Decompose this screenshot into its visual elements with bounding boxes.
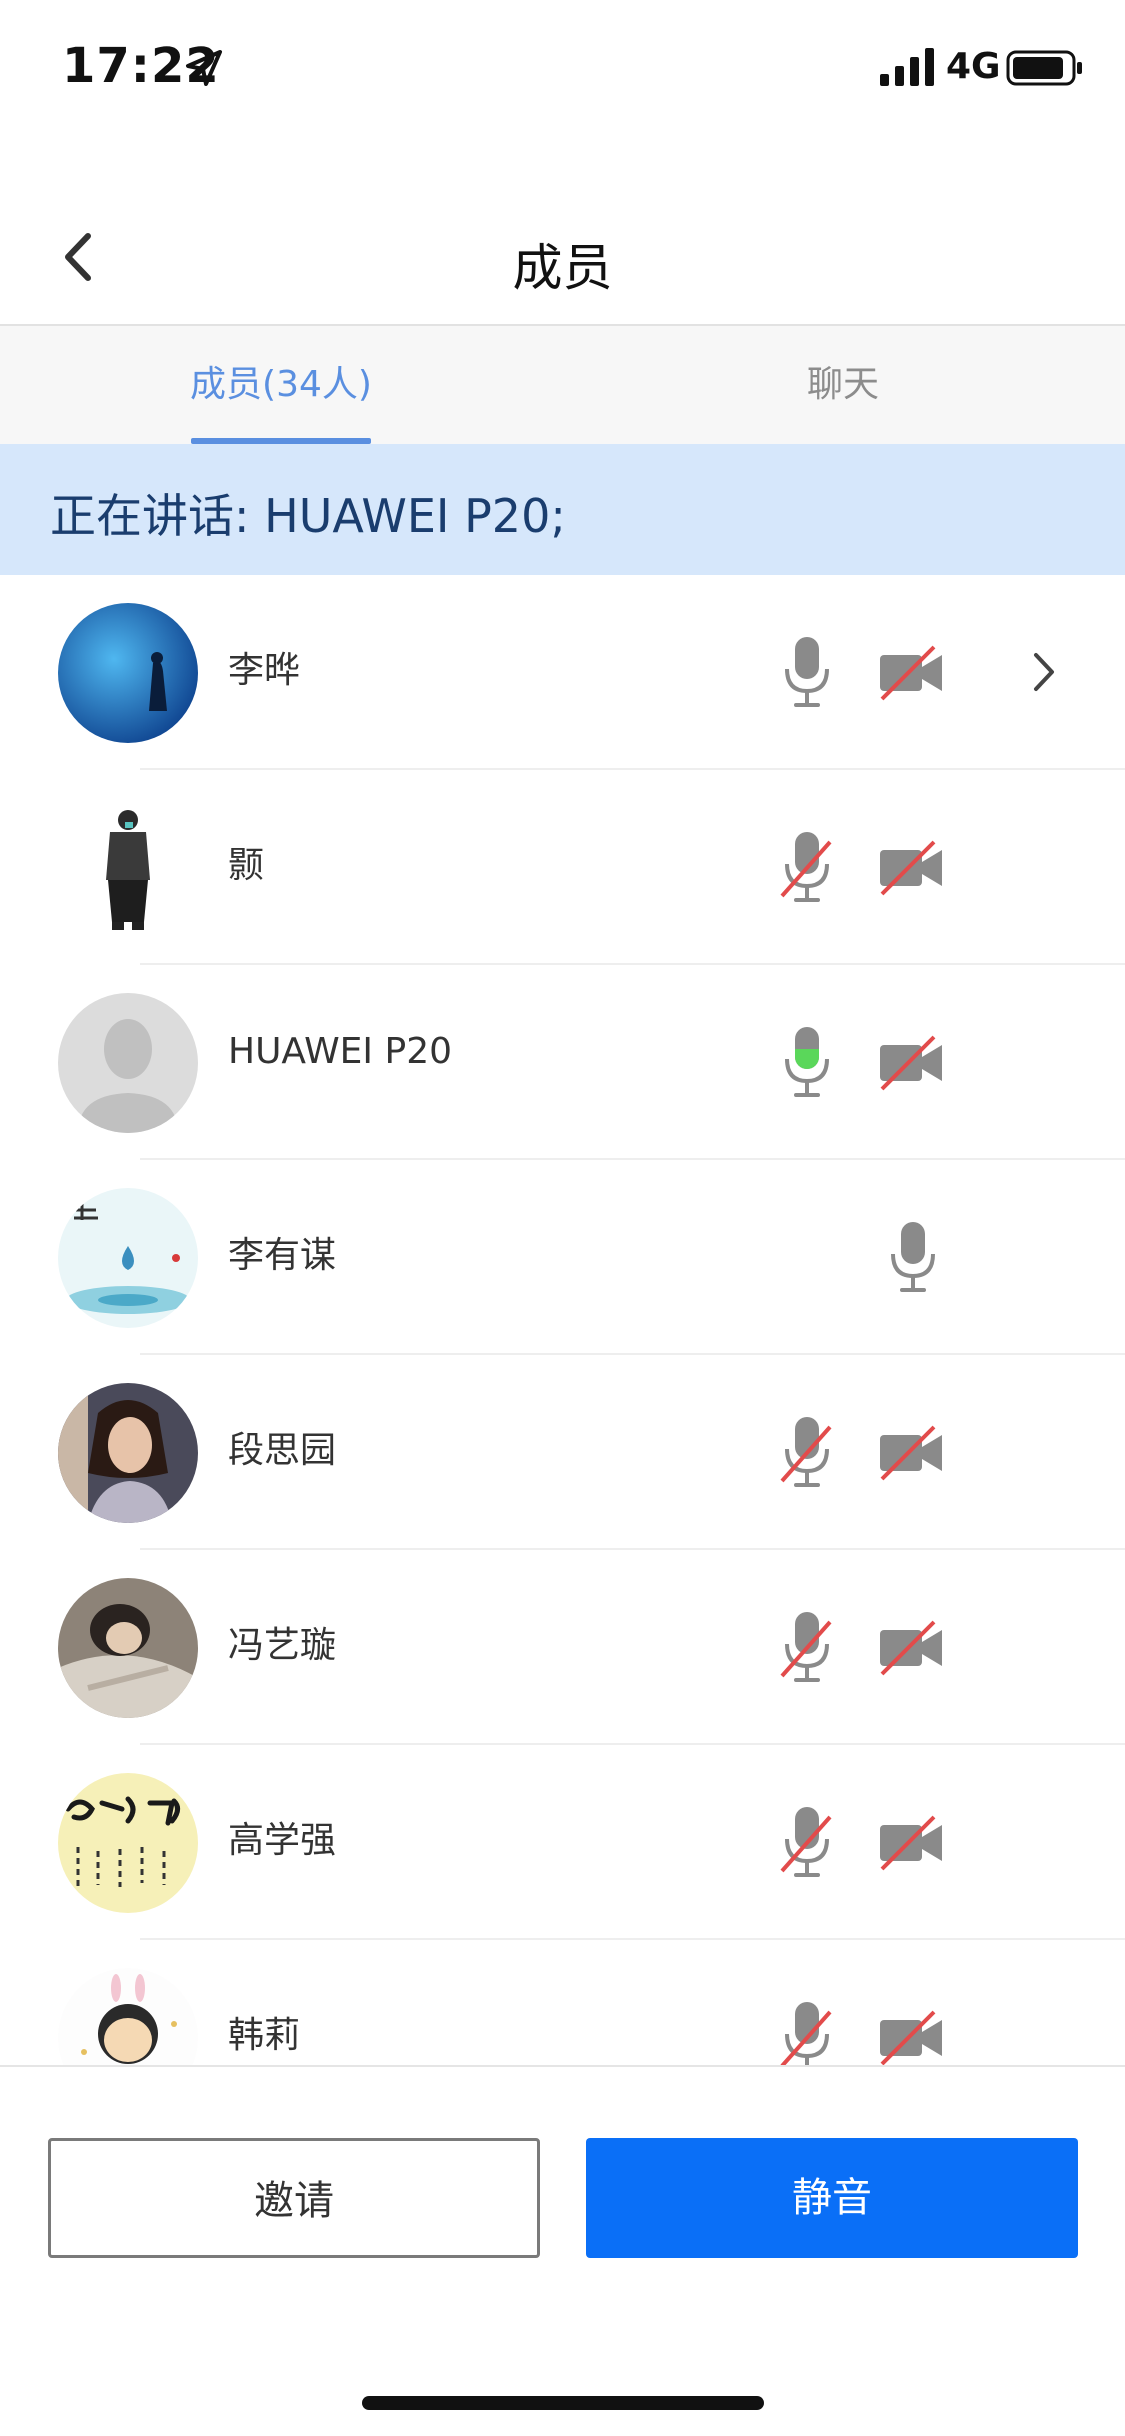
camera-off-icon[interactable] (878, 645, 944, 701)
bottom-divider (0, 2065, 1125, 2067)
member-name: HUAWEI P20 (228, 1031, 452, 1072)
camera-off-icon[interactable] (878, 1035, 944, 1091)
microphone-speaking-icon[interactable] (778, 1023, 836, 1103)
page-title: 成员 (512, 239, 613, 297)
microphone-muted-icon[interactable] (778, 1608, 836, 1688)
avatar (58, 1578, 198, 1718)
camera-off-icon[interactable] (878, 1620, 944, 1676)
invite-button[interactable]: 邀请 (48, 2138, 540, 2258)
avatar (58, 1968, 198, 2065)
tab-chat[interactable]: 聊天 (643, 326, 1043, 444)
list-item[interactable]: 李晔 (0, 575, 1125, 770)
member-name: 段思园 (228, 1430, 337, 1471)
microphone-muted-icon[interactable] (778, 828, 836, 908)
avatar (58, 798, 198, 938)
avatar (58, 603, 198, 743)
speaking-banner: 正在讲话: HUAWEI P20; (0, 444, 1125, 575)
tab-bar: 成员(34人) 聊天 (0, 326, 1125, 444)
speaking-banner-text: 正在讲话: HUAWEI P20; (50, 489, 566, 543)
battery-icon (1006, 50, 1082, 86)
member-name: 颢 (228, 845, 265, 886)
list-item[interactable]: 段思园 (0, 1355, 1125, 1550)
member-name: 韩莉 (228, 2015, 301, 2056)
tab-members[interactable]: 成员(34人) (81, 326, 481, 444)
cellular-signal-icon (880, 48, 934, 86)
microphone-icon[interactable] (778, 633, 836, 713)
avatar (58, 1383, 198, 1523)
member-name: 高学强 (228, 1820, 337, 1861)
location-arrow-icon (186, 50, 222, 86)
list-item[interactable]: 冯艺璇 (0, 1550, 1125, 1745)
tab-members-label: 成员(34人) (190, 364, 372, 405)
list-item[interactable]: HUAWEI P20 (0, 965, 1125, 1160)
camera-off-icon[interactable] (878, 2010, 944, 2065)
camera-off-icon[interactable] (878, 840, 944, 896)
member-list[interactable]: 李晔 颢 HUAWEI P20 李有谋 段思园 冯艺璇 高学强 韩莉 (0, 575, 1125, 2065)
avatar (58, 1188, 198, 1328)
avatar (58, 1773, 198, 1913)
navigation-bar: 成员 (0, 192, 1125, 327)
camera-off-icon[interactable] (878, 1815, 944, 1871)
list-item[interactable]: 高学强 (0, 1745, 1125, 1940)
list-item[interactable]: 颢 (0, 770, 1125, 965)
member-name: 李晔 (228, 650, 301, 691)
chevron-right-icon[interactable] (1024, 643, 1064, 701)
member-name: 冯艺璇 (228, 1625, 337, 1666)
list-item[interactable]: 韩莉 (0, 1940, 1125, 2065)
microphone-muted-icon[interactable] (778, 1803, 836, 1883)
microphone-muted-icon[interactable] (778, 1998, 836, 2065)
microphone-muted-icon[interactable] (778, 1413, 836, 1493)
network-type: 4G (946, 46, 1001, 87)
tab-chat-label: 聊天 (806, 364, 879, 405)
member-name: 李有谋 (228, 1235, 337, 1276)
microphone-icon[interactable] (884, 1218, 942, 1298)
home-indicator[interactable] (362, 2396, 764, 2410)
mute-all-button[interactable]: 静音 (586, 2138, 1078, 2258)
avatar (58, 993, 198, 1133)
list-item[interactable]: 李有谋 (0, 1160, 1125, 1355)
camera-off-icon[interactable] (878, 1425, 944, 1481)
status-bar: 17:22 4G (0, 0, 1125, 140)
